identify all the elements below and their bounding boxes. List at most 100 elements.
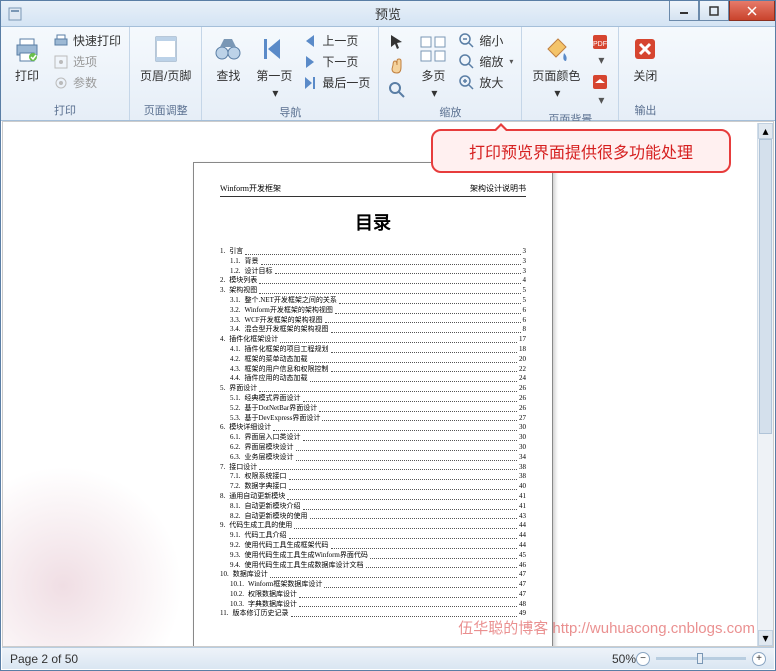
export-pdf-button[interactable]: PDF ▾ (588, 31, 612, 69)
scroll-thumb[interactable] (759, 139, 772, 434)
toc-item: 4.2.框架的菜单动态加载20 (220, 355, 526, 365)
minimize-button[interactable] (669, 1, 699, 21)
hand-tool-button[interactable] (385, 55, 409, 77)
zoom-percentage: 50% (612, 652, 636, 666)
chevron-down-icon: ▾ (598, 53, 604, 67)
preview-area[interactable]: Winform开发框架 架构设计说明书 目录 1.引言31.1.背景31.2.设… (2, 121, 774, 647)
first-page-button[interactable]: 第一页▾ (252, 31, 296, 102)
page-indicator: Page 2 of 50 (10, 652, 78, 666)
zoom-out-icon (459, 33, 475, 49)
send-pdf-button[interactable]: ▾ (588, 71, 612, 109)
toc-item: 1.1.背景3 (220, 257, 526, 267)
toc-item: 7.接口设计38 (220, 463, 526, 473)
close-preview-button[interactable]: 关闭 (625, 31, 665, 86)
close-button[interactable] (729, 1, 775, 21)
scroll-down-button[interactable]: ▾ (758, 630, 773, 646)
toc-item: 9.1.代码工具介绍44 (220, 531, 526, 541)
toc-item: 9.2.使用代码工具生成框架代码44 (220, 541, 526, 551)
last-page-icon (302, 75, 318, 91)
prev-page-icon (302, 33, 318, 49)
page-color-button[interactable]: 页面颜色▾ (528, 31, 584, 102)
app-icon (7, 6, 23, 22)
zoom-thumb[interactable] (697, 653, 703, 664)
multi-page-button[interactable]: 多页▾ (413, 31, 453, 102)
multi-page-icon (417, 33, 449, 65)
zoom-track[interactable] (656, 657, 746, 660)
zoom-in-icon (459, 75, 475, 91)
pointer-tool-button[interactable] (385, 31, 409, 53)
zoom-button[interactable]: 缩放▾ (457, 52, 515, 71)
toc-item: 6.3.业务层模块设计34 (220, 453, 526, 463)
ribbon-group-page-bg: 页面颜色▾ PDF▾ ▾ 页面背景 (522, 27, 619, 120)
toc-item: 3.架构视图5 (220, 286, 526, 296)
print-label: 打印 (15, 67, 39, 84)
toc-item: 10.1.Winform框架数据库设计47 (220, 580, 526, 590)
chevron-down-icon: ▾ (431, 86, 437, 100)
header-footer-button[interactable]: 页眉/页脚 (136, 31, 195, 86)
toc-item: 2.模块列表4 (220, 276, 526, 286)
table-of-contents: 1.引言31.1.背景31.2.设计目标32.模块列表43.架构视图53.1.整… (220, 247, 526, 619)
titlebar: 预览 (1, 1, 775, 27)
chevron-down-icon: ▾ (598, 93, 604, 107)
printer-icon (11, 33, 43, 65)
toc-item: 3.4.混合型开发框架的架构视图8 (220, 325, 526, 335)
last-page-button[interactable]: 最后一页 (300, 73, 372, 92)
chevron-down-icon: ▾ (272, 86, 278, 100)
prev-page-button[interactable]: 上一页 (300, 31, 372, 50)
find-button[interactable]: 查找 (208, 31, 248, 86)
vertical-scrollbar[interactable]: ▴ ▾ (757, 123, 773, 646)
options-icon (53, 54, 69, 70)
magnifier-icon (388, 81, 406, 99)
zoom-minus-button[interactable]: − (636, 652, 650, 666)
zoom-icon (459, 54, 475, 70)
toc-item: 8.1.自动更新模块介绍41 (220, 502, 526, 512)
ribbon: 打印 快速打印 选项 参数 打印 (1, 27, 775, 121)
toc-item: 10.2.权限数据库设计47 (220, 590, 526, 600)
print-button[interactable]: 打印 (7, 31, 47, 86)
ribbon-group-print: 打印 快速打印 选项 参数 打印 (1, 27, 130, 120)
scroll-up-button[interactable]: ▴ (758, 123, 773, 139)
chevron-down-icon: ▾ (509, 57, 513, 66)
toc-item: 4.4.插件应用的动态加载24 (220, 374, 526, 384)
toc-item: 10.数据库设计47 (220, 570, 526, 580)
toc-item: 10.3.字典数据库设计48 (220, 600, 526, 610)
page-header-right: 架构设计说明书 (470, 183, 526, 194)
maximize-button[interactable] (699, 1, 729, 21)
toc-item: 5.界面设计26 (220, 384, 526, 394)
toc-item: 3.3.WCF开发框架的架构视图6 (220, 316, 526, 326)
toc-item: 4.插件化框架设计17 (220, 335, 526, 345)
ribbon-group-output: 关闭 输出 (619, 27, 671, 120)
hand-icon (388, 57, 406, 75)
quick-print-icon (53, 33, 69, 49)
toc-title: 目录 (220, 209, 526, 235)
ribbon-group-navigation: 查找 第一页▾ 上一页 下一页 最后一页 导 (202, 27, 379, 120)
toc-item: 4.3.框架的用户信息和权限控制22 (220, 365, 526, 375)
toc-item: 3.2.Winform开发框架的架构视图6 (220, 306, 526, 316)
zoom-plus-button[interactable]: + (752, 652, 766, 666)
first-page-icon (258, 33, 290, 65)
toc-item: 9.代码生成工具的使用44 (220, 521, 526, 531)
toc-item: 1.2.设计目标3 (220, 267, 526, 277)
zoom-in-button[interactable]: 放大 (457, 73, 515, 92)
toc-item: 5.3.基于DevExpress界面设计27 (220, 414, 526, 424)
next-page-icon (302, 54, 318, 70)
options-button[interactable]: 选项 (51, 52, 123, 71)
next-page-button[interactable]: 下一页 (300, 52, 372, 71)
toc-item: 9.4.使用代码生成工具生成数据库设计文档46 (220, 561, 526, 571)
header-footer-icon (150, 33, 182, 65)
quick-print-button[interactable]: 快速打印 (51, 31, 123, 50)
pointer-icon (388, 33, 406, 51)
toc-item: 8.2.自动更新模块的使用43 (220, 512, 526, 522)
toc-item: 1.引言3 (220, 247, 526, 257)
magnifier-tool-button[interactable] (385, 79, 409, 101)
ribbon-group-zoom: 多页▾ 缩小 缩放▾ 放大 缩放 (379, 27, 522, 120)
params-button[interactable]: 参数 (51, 73, 123, 92)
zoom-slider[interactable]: − + (636, 652, 766, 666)
binoculars-icon (212, 33, 244, 65)
pdf-icon: PDF (591, 33, 609, 51)
svg-text:PDF: PDF (593, 41, 607, 48)
pdf-mail-icon (591, 73, 609, 91)
zoom-out-button[interactable]: 缩小 (457, 31, 515, 50)
chevron-down-icon: ▾ (554, 86, 560, 100)
paint-bucket-icon (540, 33, 572, 65)
